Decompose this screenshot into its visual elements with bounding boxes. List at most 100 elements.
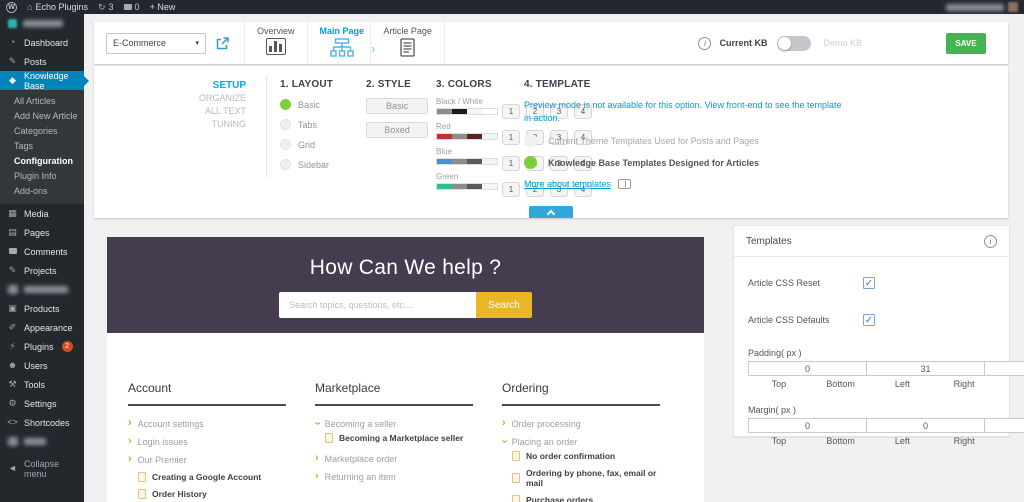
submenu-all-articles[interactable]: All Articles bbox=[0, 93, 84, 108]
nav-tuning[interactable]: TUNING bbox=[110, 118, 247, 131]
preset-button[interactable]: 1 bbox=[502, 130, 520, 145]
category-link[interactable]: › Our Premier bbox=[128, 454, 294, 465]
info-icon[interactable]: i bbox=[698, 36, 712, 50]
category-link[interactable]: › Account settings bbox=[128, 418, 294, 429]
sidebar-item-tools[interactable]: ⚒ Tools bbox=[0, 375, 84, 394]
sidebar-item-users[interactable]: ☻ Users bbox=[0, 356, 84, 375]
article-link[interactable]: Becoming a Marketplace seller bbox=[325, 433, 481, 443]
kb-select[interactable]: E-Commerce ▾ bbox=[106, 32, 206, 54]
submenu-add-ons[interactable]: Add-ons bbox=[0, 183, 84, 198]
padding-top-input[interactable] bbox=[748, 361, 867, 376]
sidebar-item-dashboard[interactable]: ◔ Dashboard bbox=[0, 33, 84, 52]
sidebar-item-appearance[interactable]: ✐ Appearance bbox=[0, 318, 84, 337]
plug-icon: ⚡ bbox=[9, 341, 16, 351]
article-link[interactable]: Ordering by phone, fax, email or mail bbox=[512, 468, 668, 488]
save-button[interactable]: SAVE bbox=[946, 32, 986, 54]
margin-inputs bbox=[748, 418, 1024, 433]
radio bbox=[280, 139, 291, 150]
category-link[interactable]: › Returning an item bbox=[315, 471, 481, 482]
kb-demo-toggle[interactable] bbox=[777, 35, 812, 51]
nav-organize[interactable]: ORGANIZE bbox=[110, 92, 246, 105]
sidebar-item-media[interactable]: ▦ Media bbox=[0, 204, 84, 223]
info-icon[interactable]: i bbox=[984, 235, 997, 248]
chevron-right-icon: › bbox=[128, 417, 132, 429]
sidebar-item-comments[interactable]: Comments bbox=[0, 242, 84, 261]
sidebar-item-redacted[interactable] bbox=[0, 280, 84, 299]
open-frontend-icon[interactable] bbox=[215, 36, 230, 51]
tab-article-page[interactable]: Article Page bbox=[370, 22, 445, 64]
new-content-link[interactable]: + New bbox=[150, 2, 176, 12]
category-link-open[interactable]: › Becoming a seller bbox=[311, 418, 481, 429]
sidebar-item-projects[interactable]: ✎ Projects bbox=[0, 261, 84, 280]
article-css-defaults-label: Article CSS Defaults bbox=[748, 315, 830, 325]
submenu-categories[interactable]: Categories bbox=[0, 123, 84, 138]
preset-button[interactable]: 1 bbox=[502, 104, 520, 119]
color-row-red: Red bbox=[436, 122, 498, 140]
swatch-blue bbox=[436, 158, 498, 165]
article-link[interactable]: Order History bbox=[138, 489, 294, 499]
sidebar-item-products[interactable]: ▣ Products bbox=[0, 299, 84, 318]
layout-option-sidebar[interactable]: Sidebar bbox=[280, 159, 333, 170]
search-input[interactable] bbox=[279, 292, 476, 318]
padding-bottom-input[interactable] bbox=[866, 361, 985, 376]
swatch-black-white bbox=[436, 108, 498, 115]
article-link[interactable]: Purchase orders bbox=[512, 495, 668, 502]
sidebar-item-plugins[interactable]: ⚡ Plugins 2 bbox=[0, 337, 84, 356]
category-link[interactable]: › Marketplace order bbox=[315, 453, 481, 464]
sidebar-item-shortcodes[interactable]: <> Shortcodes bbox=[0, 413, 84, 432]
site-home-link[interactable]: ⌂ Echo Plugins bbox=[27, 2, 88, 12]
updates-link[interactable]: ↻ 3 bbox=[98, 2, 114, 12]
category-link[interactable]: › Login issues bbox=[128, 436, 294, 447]
more-about-templates-link[interactable]: More about templates bbox=[524, 179, 611, 189]
submenu-configuration[interactable]: Configuration bbox=[0, 153, 84, 168]
sidebar-item-settings[interactable]: ⚙ Settings bbox=[0, 394, 84, 413]
template-option-theme[interactable]: Current Theme Templates Used for Posts a… bbox=[524, 134, 874, 147]
category-link[interactable]: › Order processing bbox=[502, 418, 668, 429]
submenu-tags[interactable]: Tags bbox=[0, 138, 84, 153]
sidebar-item-pages[interactable]: ▤ Pages bbox=[0, 223, 84, 242]
layout-option-tabs[interactable]: Tabs bbox=[280, 119, 333, 130]
sidebar-item-knowledge-base[interactable]: ◆ Knowledge Base bbox=[0, 71, 89, 91]
docs-icon[interactable] bbox=[618, 179, 632, 189]
submenu-add-new-article[interactable]: Add New Article bbox=[0, 108, 84, 123]
article-link[interactable]: Creating a Google Account bbox=[138, 472, 294, 482]
style-boxed-button[interactable]: Boxed bbox=[366, 122, 428, 138]
layout-option-basic[interactable]: Basic bbox=[280, 99, 333, 110]
sidebar-item-posts[interactable]: ✎ Posts bbox=[0, 52, 84, 71]
layout-option-grid[interactable]: Grid bbox=[280, 139, 333, 150]
article-css-defaults-checkbox[interactable]: ✓ bbox=[863, 314, 875, 326]
brush-icon: ✐ bbox=[8, 322, 17, 332]
article-link[interactable]: No order confirmation bbox=[512, 451, 668, 461]
chevron-down-icon: › bbox=[311, 421, 324, 426]
nav-setup[interactable]: SETUP bbox=[110, 79, 246, 92]
panel-collapse-button[interactable] bbox=[529, 206, 573, 219]
nav-all-text[interactable]: ALL TEXT bbox=[110, 105, 246, 118]
collapse-menu-button[interactable]: ◄ Collapse menu bbox=[0, 459, 84, 479]
margin-bottom-input[interactable] bbox=[866, 418, 985, 433]
wordpress-logo-icon[interactable]: W bbox=[6, 1, 17, 13]
new-label: + New bbox=[149, 2, 176, 12]
column-account: Account › Account settings › Login issue… bbox=[128, 381, 294, 502]
submenu-plugin-info[interactable]: Plugin Info bbox=[0, 168, 84, 183]
margin-left-input[interactable] bbox=[984, 418, 1024, 433]
template-option-kb[interactable]: Knowledge Base Templates Designed for Ar… bbox=[524, 156, 874, 169]
style-title: 2. STYLE bbox=[366, 79, 411, 90]
templates-panel: Templates i Article CSS Reset ✓ Article … bbox=[733, 225, 1024, 446]
colors-title: 3. COLORS bbox=[436, 79, 492, 90]
sidebar-item-redacted-plugin[interactable] bbox=[0, 14, 84, 33]
padding-left-input[interactable] bbox=[984, 361, 1024, 376]
comments-link[interactable]: 0 bbox=[123, 2, 140, 12]
category-link-open[interactable]: › Placing an order bbox=[498, 436, 668, 447]
account-area[interactable] bbox=[946, 2, 1018, 12]
article-css-reset-checkbox[interactable]: ✓ bbox=[863, 277, 875, 289]
padding-field-labels: Top Bottom Left Right bbox=[771, 379, 975, 389]
margin-top-input[interactable] bbox=[748, 418, 867, 433]
preset-button[interactable]: 1 bbox=[502, 156, 520, 171]
tab-overview[interactable]: Overview bbox=[244, 22, 307, 64]
kb-columns: Account › Account settings › Login issue… bbox=[107, 333, 704, 502]
search-button[interactable]: Search bbox=[476, 292, 532, 318]
preset-button[interactable]: 1 bbox=[502, 182, 520, 197]
style-basic-button[interactable]: Basic bbox=[366, 98, 428, 114]
tab-main-page[interactable]: Main Page bbox=[306, 22, 377, 64]
sidebar-item-redacted-2[interactable] bbox=[0, 432, 84, 451]
